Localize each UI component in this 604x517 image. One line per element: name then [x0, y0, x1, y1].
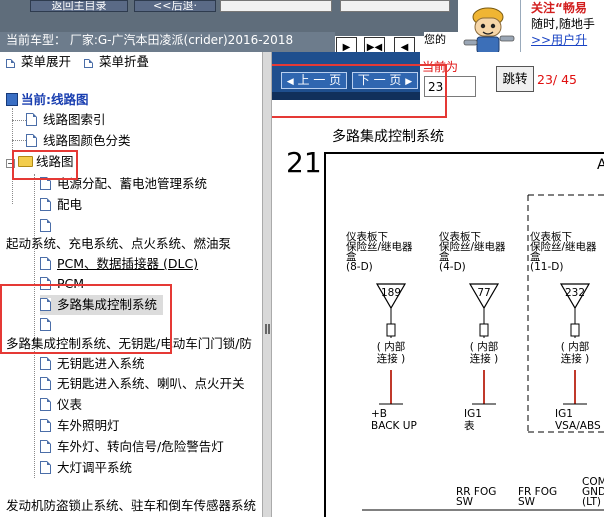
document-icon	[40, 377, 51, 390]
tree-guide	[12, 120, 26, 121]
output-label: IG1	[555, 408, 573, 420]
tree-item-label: 无钥匙进入系统、喇叭、点火开关	[57, 376, 245, 391]
tree-item-distribution[interactable]: 配电	[40, 195, 82, 215]
notice-line-1: 关注“畅易	[531, 1, 587, 15]
document-icon	[40, 419, 51, 432]
back-button[interactable]: <<后退·	[134, 0, 216, 12]
menu-collapse[interactable]: 菜单折叠	[84, 52, 149, 72]
tree-item-color[interactable]: 线路图颜色分类	[26, 131, 131, 151]
document-icon	[40, 198, 51, 211]
tree-guide	[12, 140, 26, 141]
tree-item-keyless[interactable]: 无钥匙进入系统	[40, 354, 145, 374]
output-label: BACK UP	[371, 420, 417, 432]
inner-connection-label: 连接 )	[470, 352, 498, 365]
fuse-columns: 仪表板下保险丝/继电器盒(8-D)189( 内部连接 )+BBACK UP仪表板…	[346, 230, 601, 432]
bottom-label: SW	[456, 496, 474, 508]
tree-item-headlight-level[interactable]: 大灯调平系统	[40, 458, 132, 478]
tree-current[interactable]: 当前:线路图	[6, 90, 89, 110]
tree-item-label: 配电	[57, 197, 83, 212]
user-message: 您的	[424, 32, 460, 50]
notice-upgrade-link[interactable]: >>用户升	[531, 32, 604, 48]
document-icon	[40, 461, 51, 474]
inner-connection-label: 连接 )	[561, 352, 589, 365]
tree-item-label: 线路图索引	[43, 112, 106, 127]
tree-item-immobilizer[interactable]: 发动机防盗锁止系统、驻车和倒车传感器系统	[6, 496, 256, 516]
bottom-label: SW	[518, 496, 536, 508]
tree-item-label: PCM、数据插接器 (DLC)	[57, 256, 199, 271]
car-model-value: 厂家:G-广汽本田凌派(crider)2016-2018	[69, 33, 294, 47]
toolbar-button-4[interactable]	[340, 0, 450, 12]
document-icon	[40, 398, 51, 411]
tree-item-blank-1[interactable]	[40, 216, 57, 236]
inner-connection-label: ( 内部	[561, 340, 589, 353]
tree-item-turn-signal[interactable]: 车外灯、转向信号/危险警告灯	[40, 437, 224, 457]
document-icon	[26, 113, 37, 126]
wiring-diagram: A 仪表板下保险丝/继电器盒(8-D)189( 内部连接 )+BBACK UP仪…	[346, 157, 604, 511]
fuse-element	[570, 323, 580, 337]
highlight-box-multiplex	[0, 284, 172, 354]
collapse-icon	[84, 59, 93, 68]
inner-connection-label: 连接 )	[377, 352, 405, 365]
toolbar-button-3[interactable]	[220, 0, 332, 12]
tree-item-index[interactable]: 线路图索引	[26, 110, 106, 130]
tree-item-label: 发动机防盗锁止系统、驻车和倒车传感器系统	[6, 498, 257, 513]
bottom-label: (LT)	[582, 496, 601, 508]
car-model-label: 当前车型：	[6, 33, 67, 47]
tree-item-label: 无钥匙进入系统	[57, 356, 145, 371]
document-icon	[26, 134, 37, 147]
tree-item-exterior-lights[interactable]: 车外照明灯	[40, 416, 120, 436]
fuse-number: 232	[565, 287, 585, 299]
fuse-element	[386, 323, 396, 337]
menu-collapse-label: 菜单折叠	[99, 54, 150, 69]
menu-expand[interactable]: 菜单展开	[6, 52, 71, 72]
fuse-source-label: (11-D)	[530, 261, 563, 273]
bottom-labels: RR FOGSWFR FOGSWCOMGND(LT)	[456, 476, 604, 508]
panel-splitter[interactable]	[262, 52, 272, 517]
tree-item-gauges[interactable]: 仪表	[40, 395, 82, 415]
fuse-element	[479, 323, 489, 337]
fuse-number: 77	[477, 287, 490, 299]
tree-item-label: 线路图颜色分类	[43, 133, 131, 148]
document-icon	[40, 219, 51, 232]
tree-item-label: 起动系统、充电系统、点火系统、燃油泵	[6, 236, 232, 251]
notice-panel: 关注“畅易 随时,随地手 >>用户升	[520, 0, 604, 54]
splitter-grip-icon[interactable]	[265, 324, 270, 334]
fuse-number: 189	[381, 287, 401, 299]
expand-icon	[6, 59, 15, 68]
document-icon	[40, 440, 51, 453]
tree-panel: 菜单展开 菜单折叠 当前:线路图 线路图索引 线路图颜色分类 − 线路图 电源分配…	[0, 52, 262, 517]
output-label: +B	[371, 408, 387, 420]
diagram-panel: ◀ 上 一 页 下 一 页 ▶ 当前为 跳转 23/ 45 多路集成控制系统 2…	[272, 52, 604, 517]
output-label: IG1	[464, 408, 482, 420]
tree-item-keyless-horn[interactable]: 无钥匙进入系统、喇叭、点火开关	[40, 374, 245, 394]
fuse-source-label: (4-D)	[439, 261, 466, 273]
home-button[interactable]: 返回主目录	[30, 0, 128, 12]
tree-item-label: 大灯调平系统	[57, 460, 133, 475]
tree-item-label: 电源分配、蓄电池管理系统	[57, 176, 208, 191]
book-icon	[6, 93, 18, 106]
document-icon	[40, 257, 51, 270]
tree-item-pcm-dlc[interactable]: PCM、数据插接器 (DLC)	[40, 254, 198, 274]
fuse-source-label: (8-D)	[346, 261, 373, 273]
tree-item-label: 车外灯、转向信号/危险警告灯	[57, 439, 224, 454]
mascot-image	[458, 0, 520, 56]
tree-current-label: 当前:线路图	[21, 92, 89, 107]
notice-line-2: 随时,随地手	[531, 17, 595, 31]
diagram-corner-label: A	[597, 157, 604, 173]
inner-connection-label: ( 内部	[377, 340, 405, 353]
highlight-box-wiring	[12, 150, 78, 180]
inner-connection-label: ( 内部	[470, 340, 498, 353]
output-label: 表	[464, 419, 475, 432]
tree-item-starting[interactable]: 起动系统、充电系统、点火系统、燃油泵	[6, 234, 231, 254]
document-icon	[40, 357, 51, 370]
tree-item-label: 车外照明灯	[57, 418, 120, 433]
menu-expand-label: 菜单展开	[21, 54, 72, 69]
tree-item-label: 仪表	[57, 397, 83, 412]
output-label: VSA/ABS	[555, 420, 601, 432]
